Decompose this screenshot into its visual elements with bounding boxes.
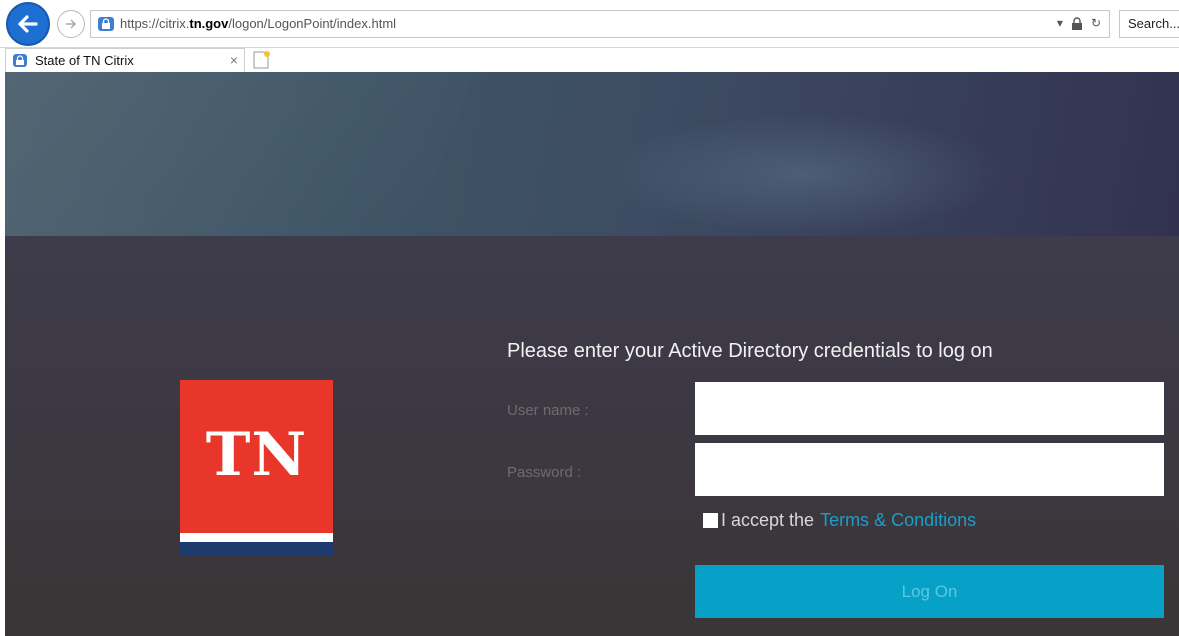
logo-text: TN [205, 420, 308, 490]
logon-button[interactable]: Log On [695, 565, 1164, 618]
header-banner [5, 72, 1179, 236]
new-tab-icon[interactable] [250, 50, 272, 70]
address-bar[interactable]: https://citrix.tn.gov/logon/LogonPoint/i… [90, 10, 1110, 38]
search-box[interactable]: Search... [1119, 10, 1179, 38]
tab-close-icon[interactable]: × [230, 52, 238, 68]
logon-heading: Please enter your Active Directory crede… [507, 340, 993, 362]
logon-panel: TN Please enter your Active Directory cr… [5, 236, 1179, 636]
url-protocol: https://citrix. [120, 16, 190, 31]
citrix-logon-page: TN Please enter your Active Directory cr… [5, 72, 1179, 636]
terms-accept-row: I accept the Terms & Conditions [703, 510, 976, 531]
back-button[interactable] [6, 2, 50, 46]
password-input[interactable] [695, 443, 1164, 496]
address-controls: ▾ ↻ [1057, 16, 1101, 30]
url-text[interactable]: https://citrix.tn.gov/logon/LogonPoint/i… [120, 16, 396, 31]
site-lock-icon [98, 17, 114, 31]
url-path: /logon/LogonPoint/index.html [228, 16, 397, 31]
logo-blue-stripe [180, 542, 333, 556]
address-bar-row: https://citrix.tn.gov/logon/LogonPoint/i… [0, 0, 1179, 47]
tn-logo: TN [180, 380, 333, 556]
refresh-icon[interactable]: ↻ [1091, 16, 1101, 30]
padlock-icon[interactable] [1071, 16, 1083, 30]
back-arrow-icon [18, 15, 38, 33]
username-label: User name : [507, 402, 589, 419]
tab-title: State of TN Citrix [35, 53, 134, 68]
url-host: tn.gov [189, 16, 229, 31]
terms-link[interactable]: Terms & Conditions [820, 510, 976, 531]
accept-text: I accept the [721, 510, 815, 530]
browser-chrome: https://citrix.tn.gov/logon/LogonPoint/i… [0, 0, 1179, 73]
password-label: Password : [507, 464, 582, 481]
accept-terms-checkbox[interactable] [703, 513, 718, 528]
tab-state-of-tn-citrix[interactable]: State of TN Citrix × [5, 48, 245, 73]
dropdown-arrow-icon[interactable]: ▾ [1057, 16, 1063, 30]
tab-row: State of TN Citrix × [0, 47, 1179, 73]
forward-button[interactable] [57, 10, 85, 38]
forward-arrow-icon [66, 19, 77, 29]
username-input[interactable] [695, 382, 1164, 435]
logo-white-stripe [180, 533, 333, 542]
tab-lock-icon [13, 54, 27, 67]
